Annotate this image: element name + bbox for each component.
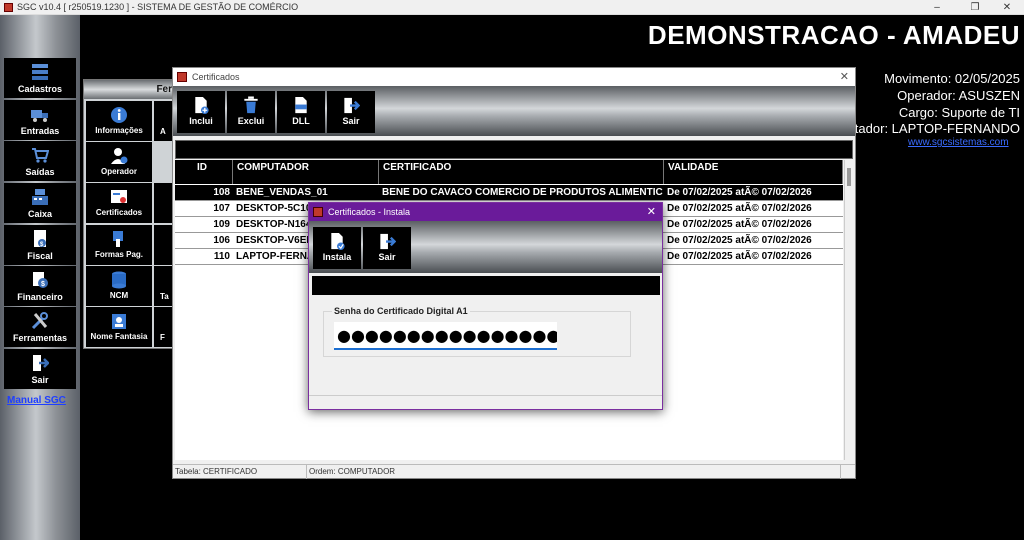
ferramentas-panel: Fer Informações A Operador Certificados …	[83, 79, 183, 349]
window-icon	[313, 207, 323, 217]
info-icon	[111, 107, 127, 123]
truck-icon	[31, 110, 48, 122]
status-tabela: Tabela: CERTIFICADO	[173, 465, 307, 479]
dialog-status-bar	[309, 395, 662, 409]
company-name: DEMONSTRACAO - AMADEU	[647, 20, 1020, 50]
filter-bar	[175, 140, 853, 159]
certificate-icon	[111, 190, 127, 203]
close-button[interactable]: ✕	[990, 0, 1024, 15]
certificados-title: Certificados	[192, 72, 240, 82]
payment-icon	[113, 231, 123, 247]
status-ordem: Ordem: COMPUTADOR	[307, 465, 841, 479]
document-dollar-icon: $	[34, 230, 46, 248]
password-group: Senha do Certificado Digital A1 ●●●●●●●●…	[323, 306, 631, 357]
instala-titlebar: Certificados - Instala ✕	[309, 203, 662, 221]
instala-title: Certificados - Instala	[328, 207, 411, 217]
operador-button[interactable]: Operador	[86, 142, 152, 182]
dialog-sair-button[interactable]: Sair	[363, 227, 411, 269]
password-label: Senha do Certificado Digital A1	[332, 306, 470, 316]
inclui-button[interactable]: Inclui	[177, 91, 225, 133]
table-row[interactable]: 108 BENE_VENDAS_01 BENE DO CAVACO COMERC…	[175, 185, 843, 201]
nome-fantasia-button[interactable]: Nome Fantasia	[86, 307, 152, 347]
nav-caixa-button[interactable]: Caixa	[4, 183, 76, 223]
maximize-button[interactable]: ❐	[958, 0, 992, 15]
site-link[interactable]: www.sgcsistemas.com	[908, 137, 1009, 148]
nav-ferramentas-button[interactable]: Ferramentas	[4, 307, 76, 347]
exit-icon	[380, 233, 396, 250]
sair-button[interactable]: Sair	[327, 91, 375, 133]
col-validade[interactable]: VALIDADE	[664, 160, 843, 184]
close-icon[interactable]: ✕	[840, 68, 849, 86]
app-icon	[4, 2, 13, 12]
certificados-titlebar: Certificados ✕	[173, 68, 855, 86]
app-title: SGC v10.4 [ r250519.1230 ] - SISTEMA DE …	[17, 2, 299, 12]
badge-icon	[112, 314, 126, 329]
dll-icon	[295, 96, 307, 114]
window-icon	[177, 72, 187, 82]
certificados-toolbar: Inclui Exclui DLL Sair	[173, 86, 855, 136]
dialog-info-bar	[312, 276, 660, 295]
trash-icon	[244, 96, 258, 114]
password-input[interactable]: ●●●●●●●●●●●●●●●●●●●●●●	[334, 322, 557, 350]
informacoes-button[interactable]: Informações	[86, 101, 152, 141]
formas-pag-button[interactable]: Formas Pag.	[86, 225, 152, 265]
instala-dialog: Certificados - Instala ✕ Instala Sair Se…	[308, 202, 663, 410]
operator-icon	[111, 148, 128, 164]
money-icon: $	[33, 272, 48, 288]
nav-sair-button[interactable]: Sair	[4, 349, 76, 389]
dll-button[interactable]: DLL	[277, 91, 325, 133]
nav-entradas-button[interactable]: Entradas	[4, 100, 76, 140]
ferramentas-panel-title: Fer	[84, 80, 182, 99]
close-icon[interactable]: ✕	[647, 203, 656, 221]
ncm-button[interactable]: NCM	[86, 266, 152, 306]
col-certificado[interactable]: CERTIFICADO	[379, 160, 664, 184]
nav-saidas-button[interactable]: Saídas	[4, 141, 76, 181]
minimize-button[interactable]: –	[920, 0, 954, 15]
stack-icon	[32, 64, 48, 80]
col-id[interactable]: ID	[175, 160, 233, 184]
add-document-icon	[195, 96, 209, 115]
manual-sgc-link[interactable]: Manual SGC	[7, 395, 66, 406]
cart-icon	[32, 148, 49, 163]
nav-fiscal-button[interactable]: $ Fiscal	[4, 225, 76, 265]
instala-button[interactable]: Instala	[313, 227, 361, 269]
status-bar: Tabela: CERTIFICADO Ordem: COMPUTADOR	[173, 464, 855, 479]
install-icon	[331, 232, 345, 251]
svg-text:$: $	[41, 281, 45, 288]
movimento-label: Movimento: 02/05/2025	[884, 71, 1020, 86]
computador-label: utador: LAPTOP-FERNANDO	[847, 121, 1020, 136]
grid-scrollbar[interactable]	[844, 160, 853, 460]
cash-register-icon	[32, 189, 48, 205]
col-computador[interactable]: COMPUTADOR	[233, 160, 379, 184]
tools-icon	[31, 312, 48, 330]
nav-financeiro-button[interactable]: $ Financeiro	[4, 266, 76, 306]
main-nav: Cadastros Entradas Saídas Caixa $ Fiscal…	[0, 15, 80, 540]
grid-header: ID COMPUTADOR CERTIFICADO VALIDADE	[175, 160, 843, 184]
database-icon	[112, 271, 126, 289]
nav-cadastros-button[interactable]: Cadastros	[4, 58, 76, 98]
exit-icon	[344, 97, 360, 114]
scrollbar-thumb[interactable]	[847, 168, 851, 186]
operador-label: Operador: ASUSZEN	[897, 88, 1020, 103]
cargo-label: Cargo: Suporte de TI	[898, 105, 1020, 120]
instala-toolbar: Instala Sair	[309, 221, 662, 273]
certificados-button[interactable]: Certificados	[86, 183, 152, 223]
exclui-button[interactable]: Exclui	[227, 91, 275, 133]
exit-icon	[33, 355, 49, 371]
app-titlebar: SGC v10.4 [ r250519.1230 ] - SISTEMA DE …	[0, 0, 1024, 15]
